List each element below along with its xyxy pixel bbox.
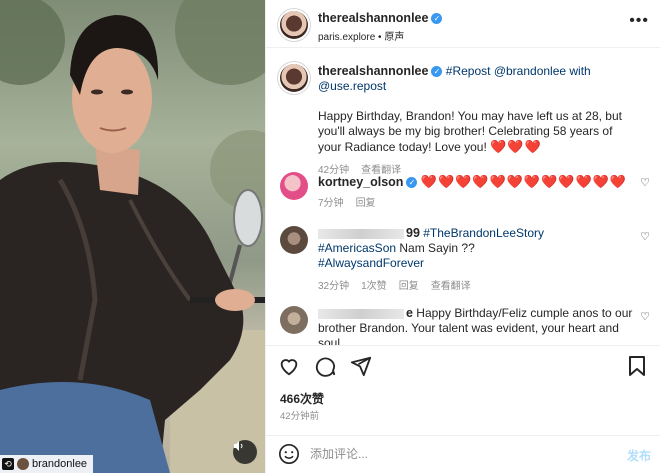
- comment-likes[interactable]: 1次赞: [361, 279, 387, 294]
- comment-text: Nam Sayin ??: [399, 241, 475, 255]
- verified-icon: ✓: [431, 13, 443, 25]
- caption-hearts: ❤️❤️❤️: [490, 139, 542, 154]
- like-comment-icon[interactable]: ♡: [640, 310, 650, 323]
- more-options-icon[interactable]: •••: [629, 12, 649, 30]
- blurred-username: [318, 308, 404, 319]
- save-icon[interactable]: [627, 355, 647, 380]
- caption-text: Happy Birthday, Brandon! You may have le…: [318, 109, 622, 154]
- post-audio[interactable]: 原声: [384, 32, 404, 43]
- like-comment-icon[interactable]: ♡: [640, 176, 650, 189]
- see-translation-button[interactable]: 查看翻译: [431, 279, 471, 294]
- repost-avatar: [17, 458, 29, 470]
- comment-hashtag[interactable]: #TheBrandonLeeStory: [423, 226, 544, 240]
- comment-username-suffix[interactable]: 99: [406, 226, 420, 240]
- comment-avatar[interactable]: [280, 226, 308, 254]
- comment-hashtag[interactable]: #AmericasSon: [318, 241, 396, 255]
- comment-time: 7分钟: [318, 198, 344, 209]
- comment-username-suffix[interactable]: e: [406, 306, 413, 320]
- comment-composer: 发布: [266, 435, 660, 473]
- author-avatar[interactable]: [280, 11, 308, 39]
- post-detail-panel: therealshannonlee ✓ paris.explore • 原声 ••…: [265, 0, 660, 473]
- reply-button[interactable]: 回复: [399, 279, 419, 294]
- emoji-icon[interactable]: [278, 443, 300, 468]
- caption-avatar[interactable]: [280, 64, 308, 92]
- post-time: 42分钟前: [280, 411, 320, 422]
- repost-tag[interactable]: ⟲ brandonlee: [0, 455, 94, 473]
- reply-button[interactable]: 回复: [356, 196, 376, 211]
- comment-avatar[interactable]: [280, 306, 308, 334]
- like-comment-icon[interactable]: ♡: [640, 230, 650, 243]
- verified-icon: ✓: [406, 177, 418, 189]
- comments-list: therealshannonlee ✓ #Repost @brandonlee w…: [266, 49, 660, 345]
- caption-username[interactable]: therealshannonlee: [318, 64, 428, 78]
- post-photo[interactable]: ⟲ brandonlee: [0, 0, 265, 473]
- like-icon[interactable]: [278, 355, 300, 380]
- post-comment-button[interactable]: 发布: [627, 447, 651, 464]
- post-location[interactable]: paris.explore: [318, 32, 375, 43]
- author-username[interactable]: therealshannonlee: [318, 11, 428, 25]
- repost-icon: ⟲: [2, 458, 14, 470]
- comment-hashtag[interactable]: #AlwaysandForever: [318, 256, 424, 270]
- comment-time: 32分钟: [318, 281, 350, 292]
- repost-tag-username: brandonlee: [32, 458, 88, 470]
- audio-icon[interactable]: [233, 440, 257, 464]
- likes-count[interactable]: 466次赞: [280, 390, 324, 407]
- comment-avatar[interactable]: [280, 172, 308, 200]
- verified-icon: ✓: [431, 66, 443, 78]
- comment-icon[interactable]: [314, 355, 336, 380]
- comment-text: ❤️❤️❤️❤️❤️❤️❤️❤️❤️❤️❤️❤️: [420, 174, 628, 189]
- post-actions: 466次赞 42分钟前: [266, 345, 660, 435]
- comment-username[interactable]: kortney_olson: [318, 175, 403, 189]
- photo-illustration: [0, 0, 265, 473]
- post-header: therealshannonlee ✓ paris.explore • 原声 ••…: [266, 0, 660, 48]
- blurred-username: [318, 228, 404, 239]
- comment-input[interactable]: [310, 444, 600, 464]
- share-icon[interactable]: [350, 355, 372, 380]
